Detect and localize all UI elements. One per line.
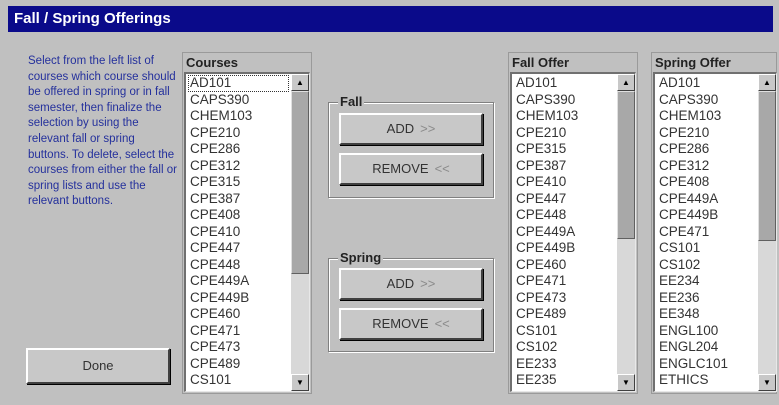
fall-remove-label: REMOVE [372,161,429,176]
list-item[interactable]: ETHICS [657,372,756,389]
list-item[interactable]: CAPS390 [514,92,615,109]
list-item[interactable]: CPE286 [657,141,756,158]
list-item[interactable]: CPE410 [514,174,615,191]
list-item[interactable]: AD101 [188,75,289,92]
spring-list-header: Spring Offer [655,55,731,70]
courses-listbox[interactable]: AD101 CAPS390 CHEM103 CPE210 CPE286 CPE312 CPE… [184,72,310,392]
list-item[interactable]: CPE449A [514,224,615,241]
scroll-thumb[interactable] [291,91,309,274]
list-item[interactable]: CPE408 [657,174,756,191]
spring-add-label: ADD [386,276,415,291]
window-title: Fall / Spring Offerings [14,10,171,27]
done-button[interactable]: Done [26,348,170,384]
list-item[interactable]: CS101 [514,323,615,340]
list-item[interactable]: CPE473 [514,290,615,307]
spring-listbox[interactable]: AD101 CAPS390 CHEM103 CPE210 CPE286 CPE312 CPE… [653,72,777,392]
list-item[interactable]: AD101 [657,75,756,92]
list-item[interactable]: CPE489 [188,356,289,373]
scroll-thumb[interactable] [617,91,635,239]
scroll-down-icon[interactable]: ▼ [291,374,309,391]
instructions-text: Select from the left list of courses whi… [28,55,177,208]
list-item[interactable]: CPE460 [514,257,615,274]
fall-add-arrows-icon: >> [420,121,436,136]
list-item[interactable]: CPE473 [188,339,289,356]
list-item[interactable]: CPE286 [188,141,289,158]
fall-listbox[interactable]: AD101 CAPS390 CHEM103 CPE210 CPE315 CPE387 CPE… [510,72,636,392]
list-item[interactable]: CPE315 [514,141,615,158]
scroll-down-icon[interactable]: ▼ [617,374,635,391]
list-item[interactable]: CPE315 [188,174,289,191]
list-item[interactable]: CS102 [514,339,615,356]
courses-items: AD101 CAPS390 CHEM103 CPE210 CPE286 CPE312 CPE… [188,75,289,389]
courses-scrollbar[interactable]: ▲ ▼ [291,74,309,391]
fall-add-button[interactable]: ADD >> [339,113,483,145]
spring-remove-arrows-icon: << [434,316,450,331]
list-item[interactable]: CPE471 [657,224,756,241]
list-item[interactable]: CS101 [188,372,289,389]
scroll-up-icon[interactable]: ▲ [758,74,776,91]
list-item[interactable]: ENGL204 [657,339,756,356]
spring-items: AD101 CAPS390 CHEM103 CPE210 CPE286 CPE312 CPE… [657,75,756,389]
list-item[interactable]: CS102 [657,257,756,274]
done-button-label: Done [82,358,114,373]
list-item[interactable]: CPE408 [188,207,289,224]
list-item[interactable]: CPE471 [188,323,289,340]
scroll-down-icon[interactable]: ▼ [758,374,776,391]
scroll-up-icon[interactable]: ▲ [617,74,635,91]
list-item[interactable]: EE234 [657,273,756,290]
list-item[interactable]: EE348 [657,306,756,323]
list-item[interactable]: CPE489 [514,306,615,323]
list-item[interactable]: CPE448 [514,207,615,224]
list-item[interactable]: CPE471 [514,273,615,290]
list-item[interactable]: EE236 [657,290,756,307]
courses-list-header: Courses [186,55,239,70]
list-item[interactable]: CPE449A [188,273,289,290]
list-item[interactable]: CPE449B [514,240,615,257]
list-item[interactable]: CHEM103 [188,108,289,125]
list-item[interactable]: CHEM103 [514,108,615,125]
fall-remove-button[interactable]: REMOVE << [339,153,483,185]
fall-items: AD101 CAPS390 CHEM103 CPE210 CPE315 CPE387 CPE… [514,75,615,389]
window-title-bar: Fall / Spring Offerings [8,6,773,32]
list-item[interactable]: ENGLC101 [657,356,756,373]
list-item[interactable]: EE235 [514,372,615,389]
list-item[interactable]: CPE387 [188,191,289,208]
list-item[interactable]: CPE449B [188,290,289,307]
spring-remove-label: REMOVE [372,316,429,331]
list-item[interactable]: CPE210 [514,125,615,142]
spring-remove-button[interactable]: REMOVE << [339,308,483,340]
spring-scrollbar[interactable]: ▲ ▼ [758,74,776,391]
list-item[interactable]: CPE449B [657,207,756,224]
spring-add-arrows-icon: >> [420,276,436,291]
fall-scrollbar[interactable]: ▲ ▼ [617,74,635,391]
fall-remove-arrows-icon: << [434,161,450,176]
list-item[interactable]: CS101 [657,240,756,257]
list-item[interactable]: ENGL100 [657,323,756,340]
list-item[interactable]: CPE210 [188,125,289,142]
fall-list-header: Fall Offer [512,55,570,70]
list-item[interactable]: CPE460 [188,306,289,323]
list-item[interactable]: CHEM103 [657,108,756,125]
scroll-up-icon[interactable]: ▲ [291,74,309,91]
scroll-thumb[interactable] [758,91,776,241]
list-item[interactable]: CPE210 [657,125,756,142]
list-item[interactable]: CAPS390 [657,92,756,109]
fall-group-title: Fall [338,94,365,109]
list-item[interactable]: CPE447 [188,240,289,257]
list-item[interactable]: CPE312 [657,158,756,175]
fall-add-label: ADD [386,121,415,136]
spring-add-button[interactable]: ADD >> [339,268,483,300]
list-item[interactable]: CPE312 [188,158,289,175]
spring-group-title: Spring [338,250,384,265]
list-item[interactable]: CPE447 [514,191,615,208]
list-item[interactable]: CPE410 [188,224,289,241]
list-item[interactable]: EE233 [514,356,615,373]
list-item[interactable]: AD101 [514,75,615,92]
list-item[interactable]: CPE387 [514,158,615,175]
list-item[interactable]: CPE448 [188,257,289,274]
list-item[interactable]: CAPS390 [188,92,289,109]
list-item[interactable]: CPE449A [657,191,756,208]
